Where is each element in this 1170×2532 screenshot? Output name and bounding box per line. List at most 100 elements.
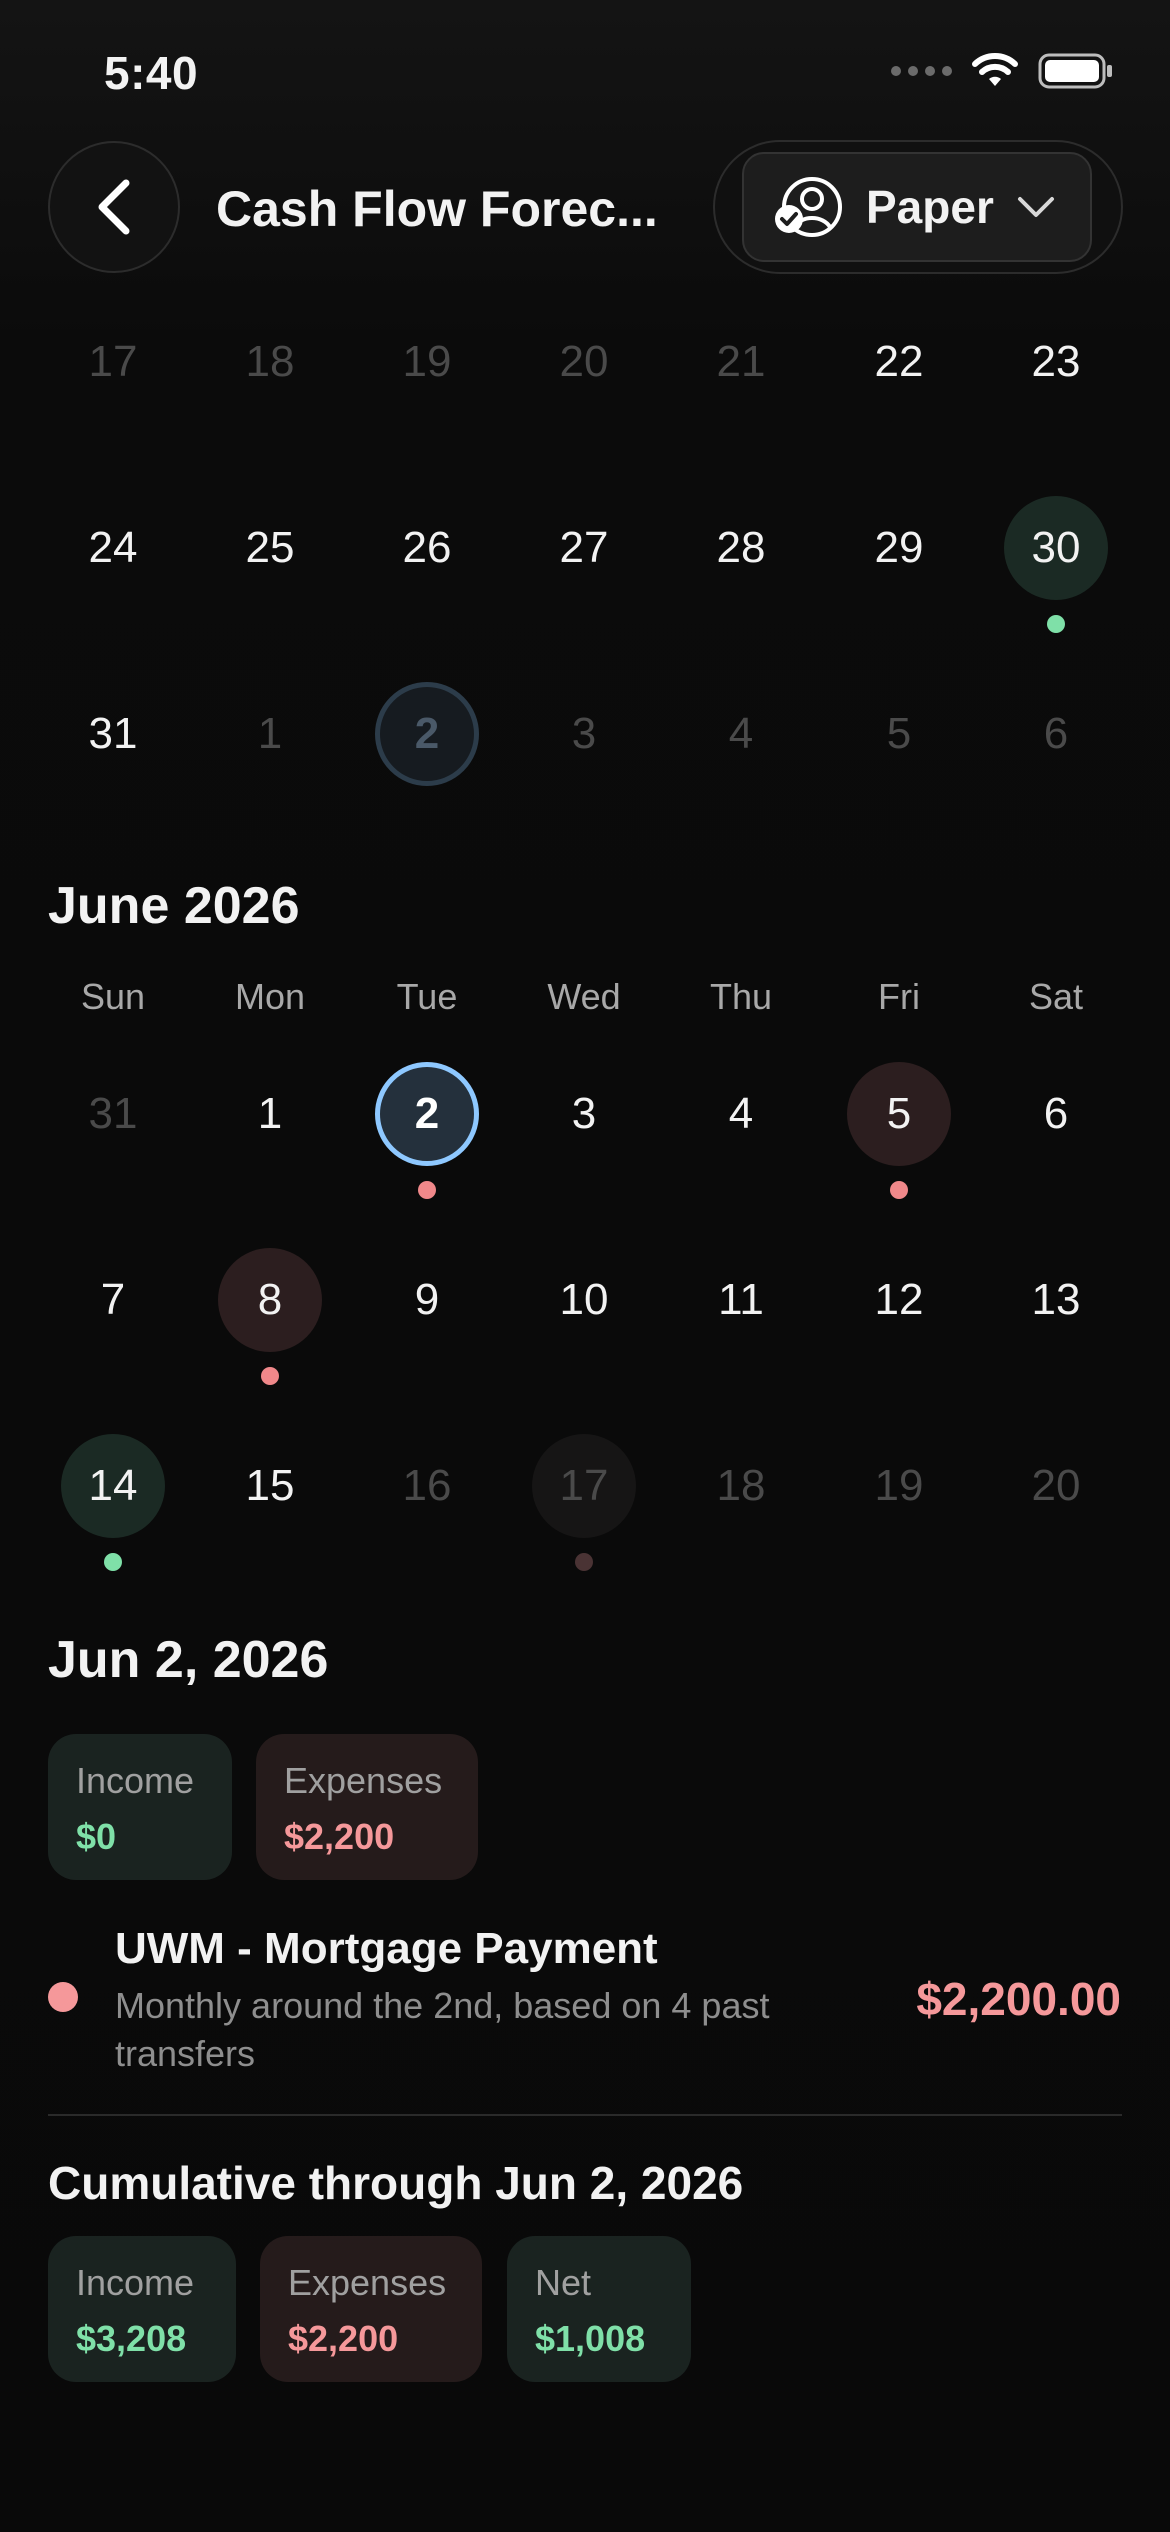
- prev-month-day-cell[interactable]: 3: [532, 682, 636, 786]
- prev-month-day-cell[interactable]: 2: [375, 682, 479, 786]
- account-selector-button[interactable]: Paper: [742, 152, 1092, 262]
- cumulative-income-value: $3,208: [76, 2318, 187, 2359]
- june-day-cell[interactable]: 12: [847, 1248, 951, 1352]
- june-day-cell[interactable]: 15: [218, 1434, 322, 1538]
- prev-month-day-cell[interactable]: 26: [375, 496, 479, 600]
- prev-month-day-cell[interactable]: 6: [1004, 682, 1108, 786]
- account-label: Paper: [866, 181, 994, 233]
- prev-month-day-cell[interactable]: 22: [847, 310, 951, 414]
- day-number: 5: [886, 1089, 912, 1138]
- june-day-cell[interactable]: 4: [689, 1062, 793, 1166]
- cumulative-net-label: Net: [535, 2262, 592, 2303]
- day-number: 11: [718, 1275, 764, 1324]
- prev-month-day-cell[interactable]: 27: [532, 496, 636, 600]
- june-day-cell[interactable]: 20: [1004, 1434, 1108, 1538]
- chevron-down-icon: [1017, 197, 1054, 217]
- cumulative-title: Cumulative through Jun 2, 2026: [48, 2157, 744, 2209]
- june-day-cell[interactable]: 16: [375, 1434, 479, 1538]
- weekday-label: Fri: [878, 976, 920, 1017]
- june-day-cell[interactable]: 8: [218, 1248, 322, 1352]
- day-number: 2: [414, 709, 440, 758]
- prev-month-day-cell[interactable]: 25: [218, 496, 322, 600]
- day-number: 3: [571, 709, 597, 758]
- day-number: 20: [1031, 1461, 1081, 1510]
- expense-dot: [261, 1367, 279, 1385]
- prev-month-day-cell[interactable]: 5: [847, 682, 951, 786]
- prev-month-day-cell[interactable]: 30: [1004, 496, 1108, 600]
- selected-day-title: Jun 2, 2026: [48, 1631, 329, 1689]
- june-day-cell[interactable]: 2: [375, 1062, 479, 1166]
- june-day-cell[interactable]: 18: [689, 1434, 793, 1538]
- day-number: 18: [716, 1461, 766, 1510]
- june-day-cell[interactable]: 31: [61, 1062, 165, 1166]
- weekday-label: Tue: [396, 976, 458, 1017]
- june-day-cell[interactable]: 1: [218, 1062, 322, 1166]
- june-day-cell[interactable]: 14: [61, 1434, 165, 1538]
- prev-month-day-cell[interactable]: 4: [689, 682, 793, 786]
- prev-month-day-cell[interactable]: 17: [61, 310, 165, 414]
- transaction-amount: $2,200.00: [916, 1973, 1121, 2025]
- weekday-label: Sun: [80, 976, 146, 1017]
- prev-month-day-cell[interactable]: 18: [218, 310, 322, 414]
- weekday-label: Sat: [1028, 976, 1084, 1017]
- cellular-signal-icon: [891, 66, 952, 76]
- wifi-icon: [972, 53, 1018, 86]
- expense-dot: [890, 1181, 908, 1199]
- june-day-cell[interactable]: 10: [532, 1248, 636, 1352]
- day-number: 18: [245, 337, 295, 386]
- june-day-cell[interactable]: 3: [532, 1062, 636, 1166]
- income-dot: [104, 1553, 122, 1571]
- day-number: 19: [874, 1461, 924, 1510]
- day-number: 31: [88, 1089, 138, 1138]
- june-day-cell[interactable]: 11: [689, 1248, 793, 1352]
- day-number: 6: [1043, 1089, 1069, 1138]
- day-number: 25: [245, 523, 295, 572]
- user-check-icon: [775, 177, 842, 237]
- june-day-cell[interactable]: 17: [532, 1434, 636, 1538]
- june-day-cell[interactable]: 5: [847, 1062, 951, 1166]
- day-number: 3: [571, 1089, 597, 1138]
- june-day-cell[interactable]: 7: [61, 1248, 165, 1352]
- june-day-cell[interactable]: 9: [375, 1248, 479, 1352]
- prev-month-day-cell[interactable]: 24: [61, 496, 165, 600]
- day-number: 27: [559, 523, 609, 572]
- cumulative-income-card: Income $3,208: [48, 2236, 236, 2382]
- june-day-cell[interactable]: 6: [1004, 1062, 1108, 1166]
- prev-month-day-cell[interactable]: 19: [375, 310, 479, 414]
- prev-month-day-cell[interactable]: 21: [689, 310, 793, 414]
- page-title: Cash Flow Forec...: [216, 181, 658, 237]
- day-number: 12: [874, 1275, 924, 1324]
- prev-month-day-cell[interactable]: 29: [847, 496, 951, 600]
- day-number: 21: [716, 337, 766, 386]
- day-expenses-card: Expenses $2,200: [256, 1734, 478, 1880]
- day-number: 1: [257, 709, 283, 758]
- weekday-label: Mon: [234, 976, 306, 1017]
- status-icons: [891, 52, 1114, 90]
- prev-month-day-cell[interactable]: 1: [218, 682, 322, 786]
- transaction-subtitle: Monthly around the 2nd, based on 4 past …: [115, 1985, 770, 2074]
- income-dot: [1047, 615, 1065, 633]
- status-time: 5:40: [104, 47, 199, 99]
- prev-month-day-cell[interactable]: 28: [689, 496, 793, 600]
- cumulative-expenses-label: Expenses: [288, 2262, 447, 2303]
- cumulative-net-value: $1,008: [535, 2318, 646, 2359]
- prev-month-day-cell[interactable]: 20: [532, 310, 636, 414]
- divider: [48, 2114, 1122, 2116]
- day-expenses-label: Expenses: [284, 1760, 443, 1801]
- transaction-title: UWM - Mortgage Payment: [115, 1924, 658, 1973]
- day-income-card: Income $0: [48, 1734, 232, 1880]
- day-expenses-value: $2,200: [284, 1816, 395, 1857]
- day-number: 16: [402, 1461, 452, 1510]
- back-button[interactable]: [48, 141, 180, 273]
- day-number: 20: [559, 337, 609, 386]
- expense-dot: [48, 1982, 78, 2012]
- june-day-cell[interactable]: 19: [847, 1434, 951, 1538]
- day-number: 31: [88, 709, 138, 758]
- june-day-cell[interactable]: 13: [1004, 1248, 1108, 1352]
- prev-month-day-cell[interactable]: 31: [61, 682, 165, 786]
- prev-month-day-cell[interactable]: 23: [1004, 310, 1108, 414]
- day-number: 7: [100, 1275, 126, 1324]
- month-title: June 2026: [48, 877, 300, 935]
- cumulative-income-label: Income: [76, 2262, 195, 2303]
- day-number: 26: [402, 523, 452, 572]
